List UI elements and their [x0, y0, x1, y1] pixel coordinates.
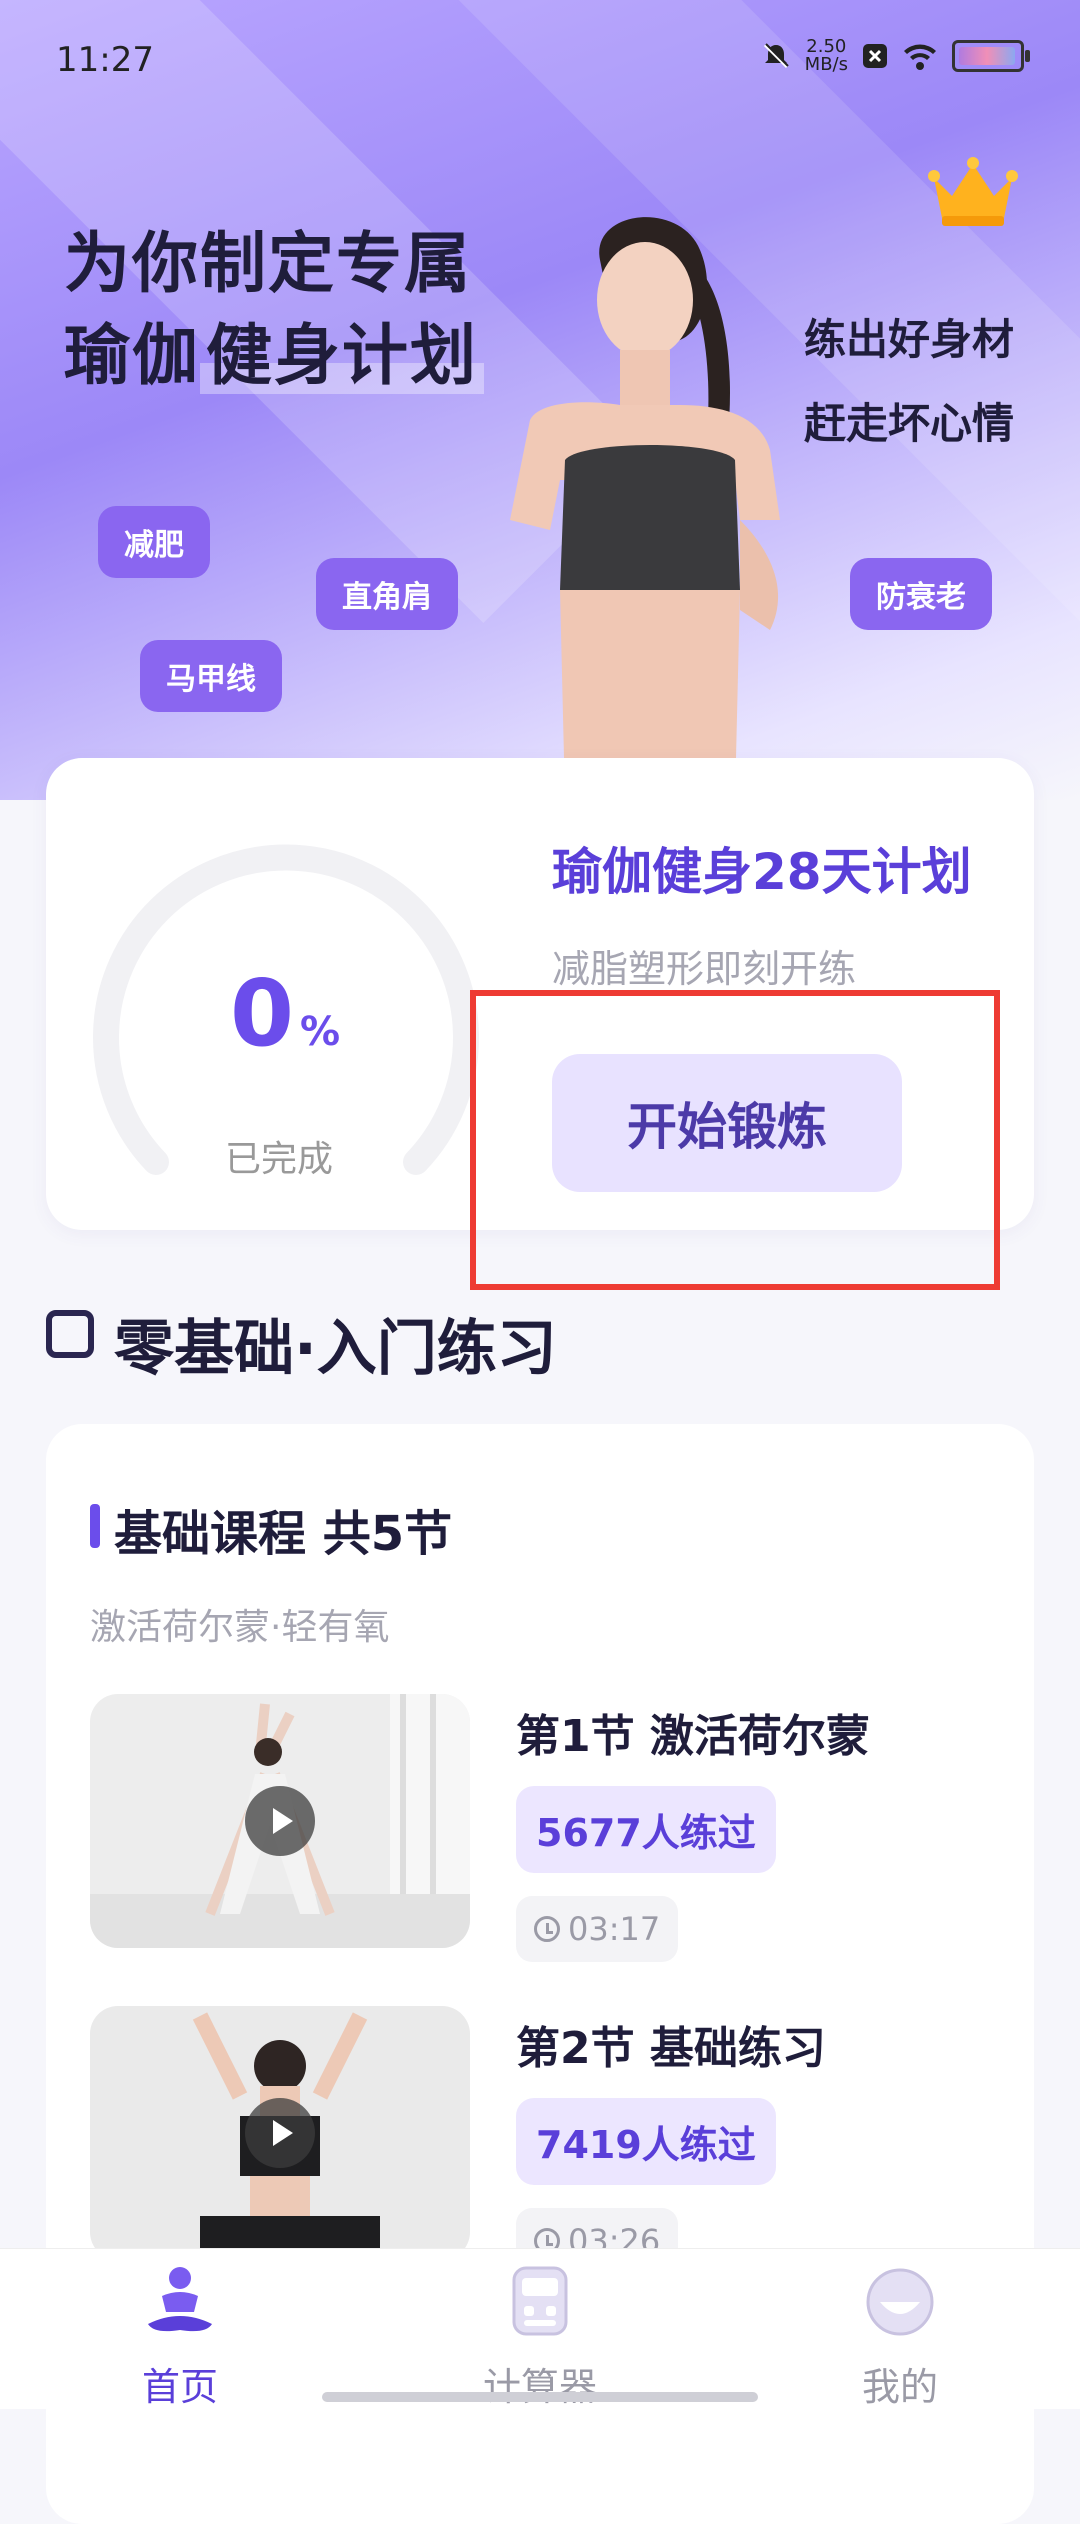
slogan-1: 练出好身材 — [803, 315, 1014, 364]
highlight-box — [470, 990, 1000, 1290]
smiley-face-icon — [866, 2268, 934, 2336]
plan-title: 瑜伽健身28天计划 — [552, 843, 972, 901]
app-notification-icon — [863, 44, 887, 68]
network-speed: 2.50 MB/s — [804, 36, 848, 75]
nav-home-label: 首页 — [141, 2365, 218, 2409]
lesson-1-learners: 5677人练过 — [516, 1786, 776, 1873]
wifi-icon — [904, 44, 936, 70]
nav-profile[interactable]: 我的 — [800, 2262, 1000, 2411]
accent-bar — [90, 1504, 100, 1548]
vip-crown-icon[interactable] — [928, 156, 1018, 228]
battery-icon — [952, 40, 1030, 72]
play-icon[interactable] — [245, 1786, 315, 1856]
lesson-2-title[interactable]: 第2节 基础练习 — [516, 2012, 826, 2076]
plan-subtitle: 减脂塑形即刻开练 — [552, 947, 857, 991]
play-icon[interactable] — [245, 2098, 315, 2168]
section-title: 零基础·入门练习 — [114, 1314, 557, 1384]
course-title: 基础课程 共5节 — [114, 1506, 453, 1562]
checklist-icon — [46, 1310, 94, 1358]
status-bar: 11:27 2.50 MB/s — [0, 0, 1080, 120]
tag-vest-line: 马甲线 — [140, 640, 282, 712]
course-subtitle: 激活荷尔蒙·轻有氧 — [90, 1607, 390, 1648]
nav-profile-label: 我的 — [861, 2365, 938, 2409]
hero-headline: 为你制定专属 瑜伽健身计划 — [64, 218, 484, 402]
lesson-2-thumbnail[interactable] — [90, 2006, 470, 2260]
tag-anti-aging: 防衰老 — [850, 558, 992, 630]
lesson-2-learners: 7419人练过 — [516, 2098, 776, 2185]
lesson-1-title[interactable]: 第1节 激活荷尔蒙 — [516, 1700, 870, 1764]
mute-bell-icon — [763, 43, 789, 69]
lesson-1-duration: 03:17 — [516, 1896, 679, 1962]
tag-lose-weight: 减肥 — [98, 506, 210, 578]
status-time: 11:27 — [56, 40, 154, 80]
nav-calculator[interactable]: 计算器 — [440, 2262, 640, 2411]
progress-label: 已完成 — [225, 1139, 334, 1180]
yoga-model-image — [510, 217, 780, 800]
progress-percent: 0% — [230, 960, 341, 1067]
nav-calculator-label: 计算器 — [482, 2365, 597, 2409]
tag-right-angle-shoulder: 直角肩 — [316, 558, 458, 630]
home-indicator[interactable] — [322, 2392, 758, 2402]
calculator-icon — [512, 2266, 568, 2336]
slogan-2: 赶走坏心情 — [803, 399, 1014, 448]
lesson-1-thumbnail[interactable] — [90, 1694, 470, 1948]
nav-home[interactable]: 首页 — [80, 2262, 280, 2411]
yoga-person-icon — [148, 2267, 212, 2332]
clock-icon — [534, 1916, 560, 1942]
